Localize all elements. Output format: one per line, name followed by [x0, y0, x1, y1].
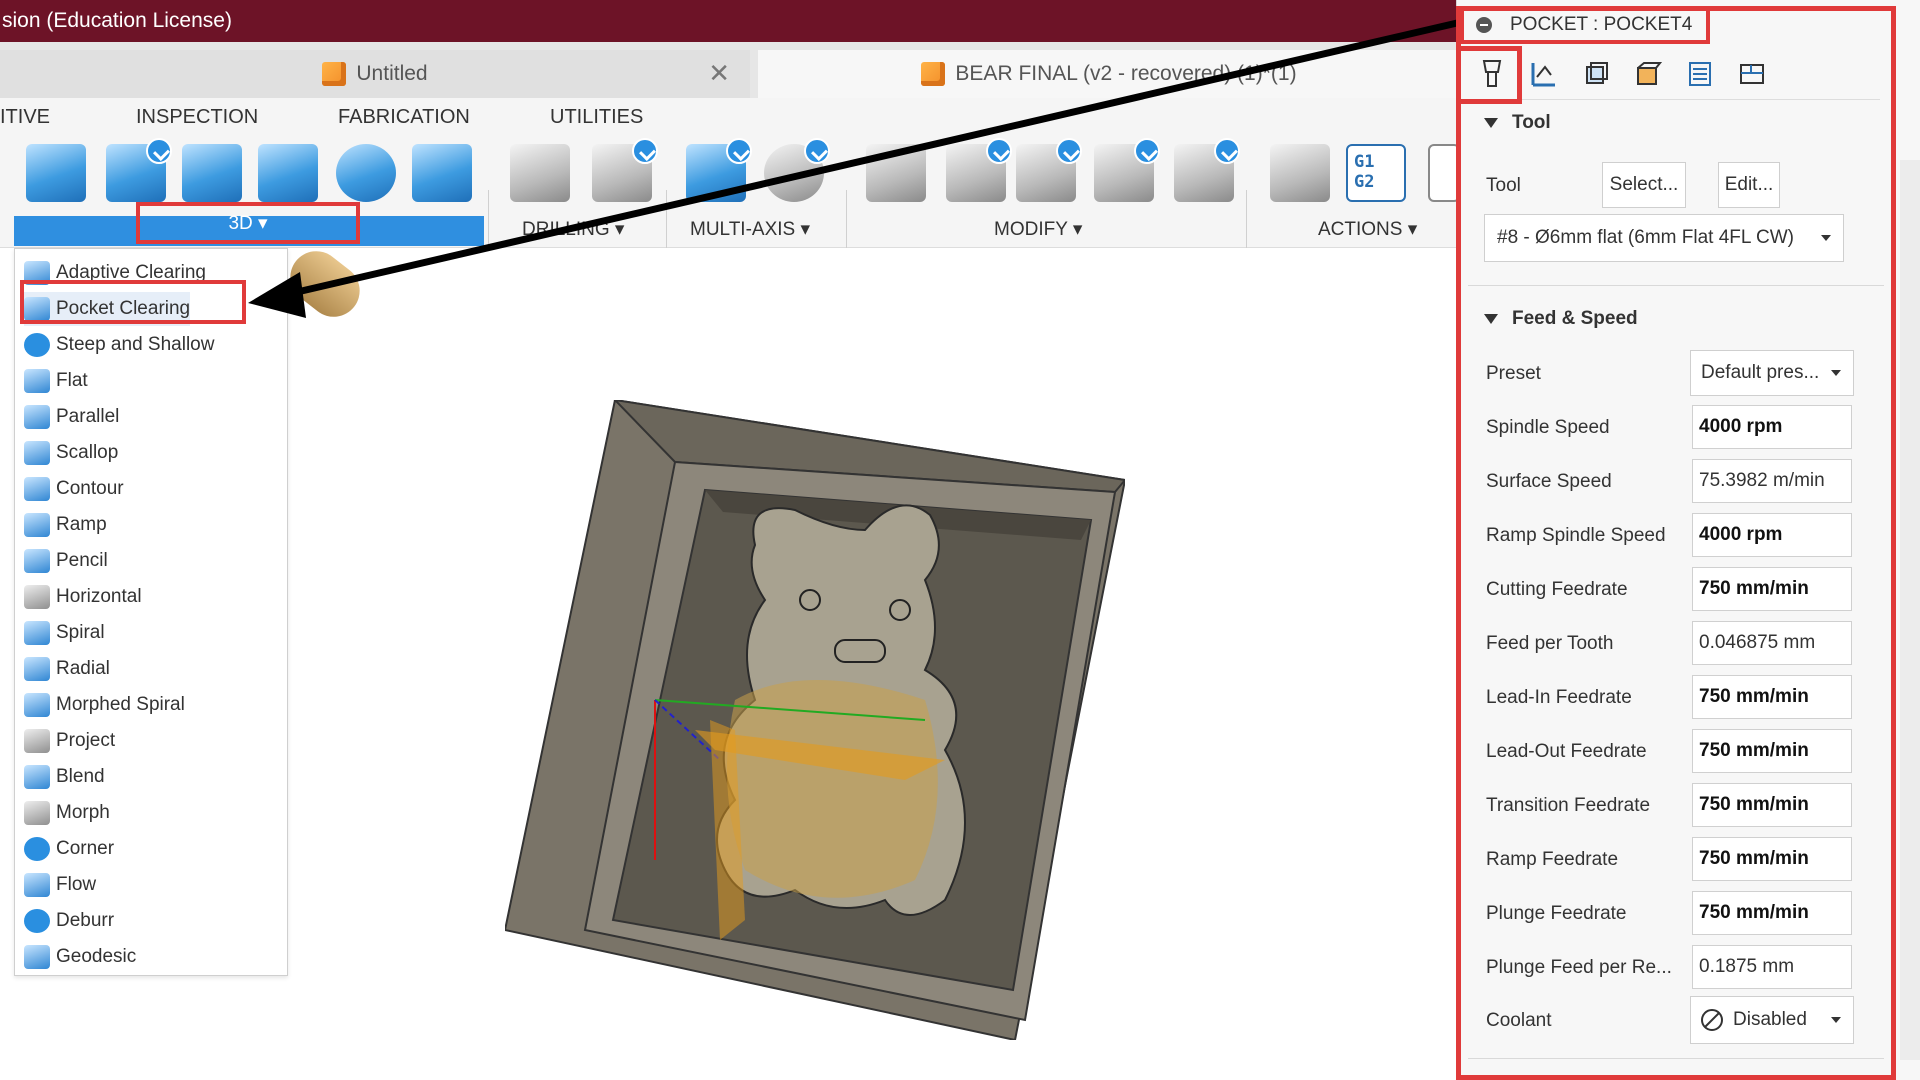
- rotary-icon[interactable]: [764, 138, 830, 202]
- flat-icon[interactable]: [182, 144, 242, 202]
- menu-item-project[interactable]: Project: [24, 724, 115, 758]
- steep-and-shallow-icon: [24, 333, 50, 357]
- bear-mold-model[interactable]: [505, 400, 1125, 1040]
- menu-item-label: Morph: [56, 802, 110, 823]
- menu-item-label: Scallop: [56, 442, 119, 463]
- document-tab-strip: Untitled ✕ BEAR FINAL (v2 - recovered) (…: [0, 42, 1460, 98]
- move-icon[interactable]: [1094, 138, 1160, 202]
- menu-item-label: Horizontal: [56, 586, 142, 607]
- menu-item-label: Parallel: [56, 406, 120, 427]
- document-cube-icon: [322, 62, 347, 86]
- project-icon: [24, 729, 50, 753]
- menu-item-label: Geodesic: [56, 946, 137, 967]
- menu-item-label: Blend: [56, 766, 105, 787]
- menu-item-flat[interactable]: Flat: [24, 364, 88, 398]
- group-actions[interactable]: ACTIONS ▾: [1318, 218, 1417, 241]
- menu-item-label: Pencil: [56, 550, 108, 571]
- menu-item-parallel[interactable]: Parallel: [24, 400, 119, 434]
- pencil-icon: [24, 549, 50, 573]
- morphed-spiral-icon: [24, 693, 50, 717]
- tab-fabrication[interactable]: FABRICATION: [338, 106, 470, 129]
- blend-icon: [24, 765, 50, 789]
- edit-notes-icon[interactable]: [1016, 138, 1082, 202]
- drill-icon[interactable]: [510, 144, 570, 202]
- tab-label: Untitled: [356, 62, 428, 85]
- tab-untitled[interactable]: Untitled ✕: [0, 50, 750, 98]
- adaptive-clearing-icon[interactable]: [26, 144, 86, 202]
- multi-axis-icon[interactable]: [686, 138, 752, 202]
- contour-icon[interactable]: [412, 144, 472, 202]
- menu-item-blend[interactable]: Blend: [24, 760, 105, 794]
- cut-icon[interactable]: [866, 144, 926, 202]
- parallel-icon: [24, 405, 50, 429]
- pocket-clearing-icon[interactable]: [106, 138, 172, 202]
- horizontal-icon: [24, 585, 50, 609]
- simulate-icon[interactable]: [1270, 144, 1330, 202]
- menu-item-morphed-spiral[interactable]: Morphed Spiral: [24, 688, 185, 722]
- menu-item-label: Flat: [56, 370, 88, 391]
- menu-item-label: Deburr: [56, 910, 115, 931]
- tab-additive[interactable]: ITIVE: [0, 106, 50, 129]
- menu-item-horizontal[interactable]: Horizontal: [24, 580, 142, 614]
- menu-item-scallop[interactable]: Scallop: [24, 436, 118, 470]
- contour-icon: [24, 477, 50, 501]
- close-icon[interactable]: ✕: [708, 58, 730, 89]
- scallop-icon[interactable]: [336, 144, 396, 202]
- ribbon-tool-icons: G1 G2: [0, 138, 1460, 286]
- group-modify[interactable]: MODIFY ▾: [994, 218, 1082, 241]
- highlight-pocket-clearing: [20, 280, 246, 324]
- menu-item-label: Morphed Spiral: [56, 694, 185, 715]
- menu-item-label: Contour: [56, 478, 124, 499]
- menu-item-label: Radial: [56, 658, 110, 679]
- deburr-icon: [24, 909, 50, 933]
- menu-item-label: Project: [56, 730, 116, 751]
- menu-item-label: Flow: [56, 874, 97, 895]
- menu-item-spiral[interactable]: Spiral: [24, 616, 105, 650]
- panel-scroll-edge[interactable]: [1900, 160, 1920, 1060]
- menu-item-ramp[interactable]: Ramp: [24, 508, 107, 542]
- parallel-icon[interactable]: [258, 144, 318, 202]
- geodesic-icon: [24, 945, 50, 969]
- post-process-icon[interactable]: G1 G2: [1346, 144, 1406, 202]
- trim-icon[interactable]: [946, 138, 1012, 202]
- menu-item-label: Corner: [56, 838, 115, 859]
- group-drilling[interactable]: DRILLING ▾: [522, 218, 624, 241]
- group-multi-axis[interactable]: MULTI-AXIS ▾: [690, 218, 810, 241]
- scallop-icon: [24, 441, 50, 465]
- menu-item-corner[interactable]: Corner: [24, 832, 114, 866]
- menu-item-steep-and-shallow[interactable]: Steep and Shallow: [24, 328, 214, 362]
- tab-bear-final[interactable]: BEAR FINAL (v2 - recovered) (1)*(1): [758, 50, 1460, 98]
- toolbar-ribbon: ITIVE INSPECTION FABRICATION UTILITIES G…: [0, 98, 1460, 286]
- highlight-panel: [1456, 6, 1896, 1080]
- flow-icon: [24, 873, 50, 897]
- menu-item-radial[interactable]: Radial: [24, 652, 110, 686]
- menu-item-deburr[interactable]: Deburr: [24, 904, 114, 938]
- menu-item-flow[interactable]: Flow: [24, 868, 96, 902]
- menu-item-contour[interactable]: Contour: [24, 472, 124, 506]
- tab-label: BEAR FINAL (v2 - recovered) (1)*(1): [955, 62, 1297, 85]
- tab-utilities[interactable]: UTILITIES: [550, 106, 643, 129]
- ramp-icon: [24, 513, 50, 537]
- group-3d-dropdown[interactable]: 3D ▾: [136, 202, 360, 244]
- menu-item-label: Ramp: [56, 514, 107, 535]
- spiral-icon: [24, 621, 50, 645]
- tab-inspection[interactable]: INSPECTION: [136, 106, 258, 129]
- points-icon[interactable]: [1174, 138, 1240, 202]
- morph-icon: [24, 801, 50, 825]
- flat-icon: [24, 369, 50, 393]
- radial-icon: [24, 657, 50, 681]
- menu-item-pencil[interactable]: Pencil: [24, 544, 108, 578]
- menu-item-label: Steep and Shallow: [56, 334, 215, 355]
- menu-item-morph[interactable]: Morph: [24, 796, 110, 830]
- menu-item-geodesic[interactable]: Geodesic: [24, 940, 136, 974]
- corner-icon: [24, 837, 50, 861]
- menu-item-label: Spiral: [56, 622, 105, 643]
- hole-recognition-icon[interactable]: [592, 138, 658, 202]
- document-cube-icon: [921, 62, 946, 86]
